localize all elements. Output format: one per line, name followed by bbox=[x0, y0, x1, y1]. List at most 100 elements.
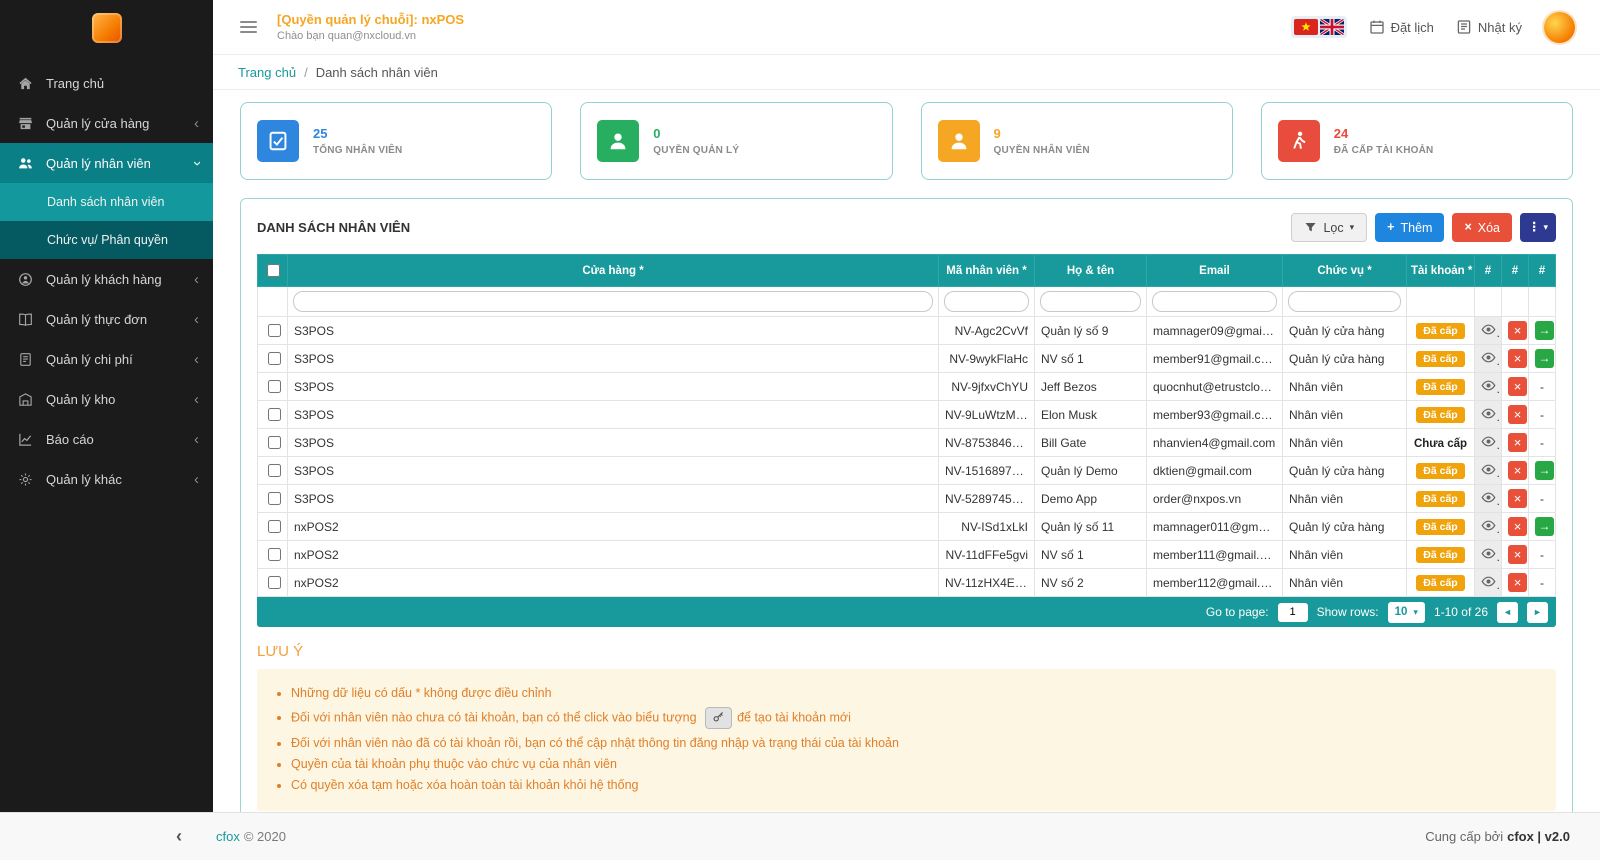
sidebar-subitem-1[interactable]: Chức vụ/ Phân quyền bbox=[0, 221, 213, 259]
row-checkbox[interactable] bbox=[268, 352, 281, 365]
cell-account: Đã cấp bbox=[1407, 569, 1475, 597]
delete-row-button[interactable]: × bbox=[1508, 489, 1527, 508]
sidebar-item-7[interactable]: Báo cáo ‹ bbox=[0, 419, 213, 459]
row-checkbox[interactable] bbox=[268, 520, 281, 533]
row-checkbox[interactable] bbox=[268, 492, 281, 505]
sidebar-collapse-button[interactable]: ‹ bbox=[176, 826, 182, 847]
cell-role: Quản lý cửa hàng bbox=[1283, 317, 1407, 345]
more-actions-button[interactable]: ⋮ ▾ bbox=[1520, 213, 1556, 242]
column-header-8[interactable]: # bbox=[1529, 255, 1556, 287]
sidebar-item-8[interactable]: Quản lý khác ‹ bbox=[0, 459, 213, 499]
cell-account: Đã cấp bbox=[1407, 373, 1475, 401]
column-header-6[interactable]: # bbox=[1475, 255, 1502, 287]
stats-row: 25 TỔNG NHÂN VIÊN 0 QUYỀN QUẢN LÝ 9 QUYỀ… bbox=[240, 102, 1573, 180]
row-checkbox[interactable] bbox=[268, 436, 281, 449]
filter-role-input[interactable] bbox=[1288, 291, 1401, 312]
grant-account-button[interactable]: → bbox=[1535, 321, 1554, 340]
eye-icon bbox=[1481, 434, 1496, 452]
delete-row-button[interactable]: × bbox=[1508, 433, 1527, 452]
sidebar-item-label: Quản lý thực đơn bbox=[46, 312, 147, 327]
column-header-7[interactable]: # bbox=[1502, 255, 1529, 287]
delete-row-button[interactable]: × bbox=[1508, 321, 1527, 340]
delete-row-button[interactable]: × bbox=[1508, 545, 1527, 564]
footer: ‹ cfox© 2020 Cung cấp bởicfox | v2.0 bbox=[0, 812, 1600, 860]
row-checkbox[interactable] bbox=[268, 380, 281, 393]
cell-name: Quản lý số 11 bbox=[1035, 513, 1147, 541]
prev-page-button[interactable]: ◄ bbox=[1497, 602, 1518, 623]
rows-per-page-select[interactable]: 10 ▾ bbox=[1388, 602, 1425, 623]
add-button[interactable]: + Thêm bbox=[1375, 213, 1444, 242]
delete-row-button[interactable]: × bbox=[1508, 349, 1527, 368]
view-button[interactable] bbox=[1481, 546, 1496, 564]
column-header-5[interactable]: Tài khoản * bbox=[1407, 255, 1475, 287]
stat-label: QUYỀN QUẢN LÝ bbox=[653, 145, 739, 156]
view-button[interactable] bbox=[1481, 434, 1496, 452]
next-page-button[interactable]: ► bbox=[1527, 602, 1548, 623]
row-checkbox[interactable] bbox=[268, 464, 281, 477]
row-checkbox[interactable] bbox=[268, 324, 281, 337]
filter-code-input[interactable] bbox=[944, 291, 1029, 312]
column-header-0[interactable]: Cửa hàng * bbox=[288, 255, 939, 287]
account-granted-badge: Đã cấp bbox=[1416, 379, 1464, 395]
vietnam-flag-icon[interactable] bbox=[1294, 19, 1318, 35]
sidebar-item-4[interactable]: Quản lý thực đơn ‹ bbox=[0, 299, 213, 339]
column-header-3[interactable]: Email bbox=[1147, 255, 1283, 287]
hamburger-menu-icon[interactable] bbox=[238, 17, 259, 37]
delete-row-button[interactable]: × bbox=[1508, 461, 1527, 480]
grant-account-button[interactable]: → bbox=[1535, 349, 1554, 368]
column-header-1[interactable]: Mã nhân viên * bbox=[939, 255, 1035, 287]
table-row-7: nxPOS2 NV-ISd1xLkI Quản lý số 11 mamnage… bbox=[258, 513, 1556, 541]
filter-name-input[interactable] bbox=[1040, 291, 1141, 312]
uk-flag-icon[interactable] bbox=[1320, 19, 1344, 35]
delete-button[interactable]: × Xóa bbox=[1452, 213, 1512, 242]
delete-row-button[interactable]: × bbox=[1508, 517, 1527, 536]
grant-account-button[interactable]: → bbox=[1535, 461, 1554, 480]
sidebar-subitem-0[interactable]: Danh sách nhân viên bbox=[0, 183, 213, 221]
cell-code: NV-9jfxvChYU bbox=[939, 373, 1035, 401]
sidebar-item-0[interactable]: Trang chủ bbox=[0, 63, 213, 103]
view-button[interactable] bbox=[1481, 462, 1496, 480]
cell-account: Đã cấp bbox=[1407, 317, 1475, 345]
sidebar-item-5[interactable]: Quản lý chi phí ‹ bbox=[0, 339, 213, 379]
filter-store-input[interactable] bbox=[293, 291, 933, 312]
view-button[interactable] bbox=[1481, 406, 1496, 424]
cell-store: nxPOS2 bbox=[288, 513, 939, 541]
stat-value: 24 bbox=[1334, 126, 1434, 141]
row-checkbox[interactable] bbox=[268, 548, 281, 561]
view-button[interactable] bbox=[1481, 350, 1496, 368]
row-checkbox[interactable] bbox=[268, 576, 281, 589]
journal-button[interactable]: Nhật ký bbox=[1456, 19, 1522, 35]
account-status-text: Chưa cấp bbox=[1414, 438, 1467, 450]
schedule-button[interactable]: Đặt lịch bbox=[1369, 19, 1434, 35]
view-button[interactable] bbox=[1481, 518, 1496, 536]
view-button[interactable] bbox=[1481, 574, 1496, 592]
grant-account-button[interactable]: → bbox=[1535, 517, 1554, 536]
filter-button[interactable]: Lọc ▾ bbox=[1291, 213, 1367, 242]
delete-row-button[interactable]: × bbox=[1508, 573, 1527, 592]
column-header-4[interactable]: Chức vụ * bbox=[1283, 255, 1407, 287]
view-button[interactable] bbox=[1481, 490, 1496, 508]
filter-email-input[interactable] bbox=[1152, 291, 1277, 312]
column-header-2[interactable]: Họ & tên bbox=[1035, 255, 1147, 287]
create-account-key-button[interactable] bbox=[705, 707, 732, 729]
view-button[interactable] bbox=[1481, 322, 1496, 340]
logo-container[interactable] bbox=[0, 0, 213, 55]
language-switcher[interactable] bbox=[1291, 16, 1347, 38]
user-avatar[interactable] bbox=[1544, 12, 1575, 43]
page-input[interactable] bbox=[1278, 603, 1308, 622]
delete-row-button[interactable]: × bbox=[1508, 377, 1527, 396]
cfox-link[interactable]: cfox bbox=[216, 829, 240, 844]
view-button[interactable] bbox=[1481, 378, 1496, 396]
sidebar-item-3[interactable]: Quản lý khách hàng ‹ bbox=[0, 259, 213, 299]
account-granted-badge: Đã cấp bbox=[1416, 351, 1464, 367]
sidebar-item-2[interactable]: Quản lý nhân viên ‹ bbox=[0, 143, 213, 183]
select-all-checkbox[interactable] bbox=[267, 264, 280, 277]
note-item-2: Đối với nhân viên nào đã có tài khoản rồ… bbox=[291, 736, 1540, 750]
breadcrumb-home-link[interactable]: Trang chủ bbox=[238, 65, 296, 80]
sidebar-item-6[interactable]: Quản lý kho ‹ bbox=[0, 379, 213, 419]
sidebar-item-1[interactable]: Quản lý cửa hàng ‹ bbox=[0, 103, 213, 143]
row-checkbox[interactable] bbox=[268, 408, 281, 421]
page-range-text: 1-10 of 26 bbox=[1434, 605, 1488, 619]
delete-row-button[interactable]: × bbox=[1508, 405, 1527, 424]
cell-email: member91@gmail.com bbox=[1147, 345, 1283, 373]
